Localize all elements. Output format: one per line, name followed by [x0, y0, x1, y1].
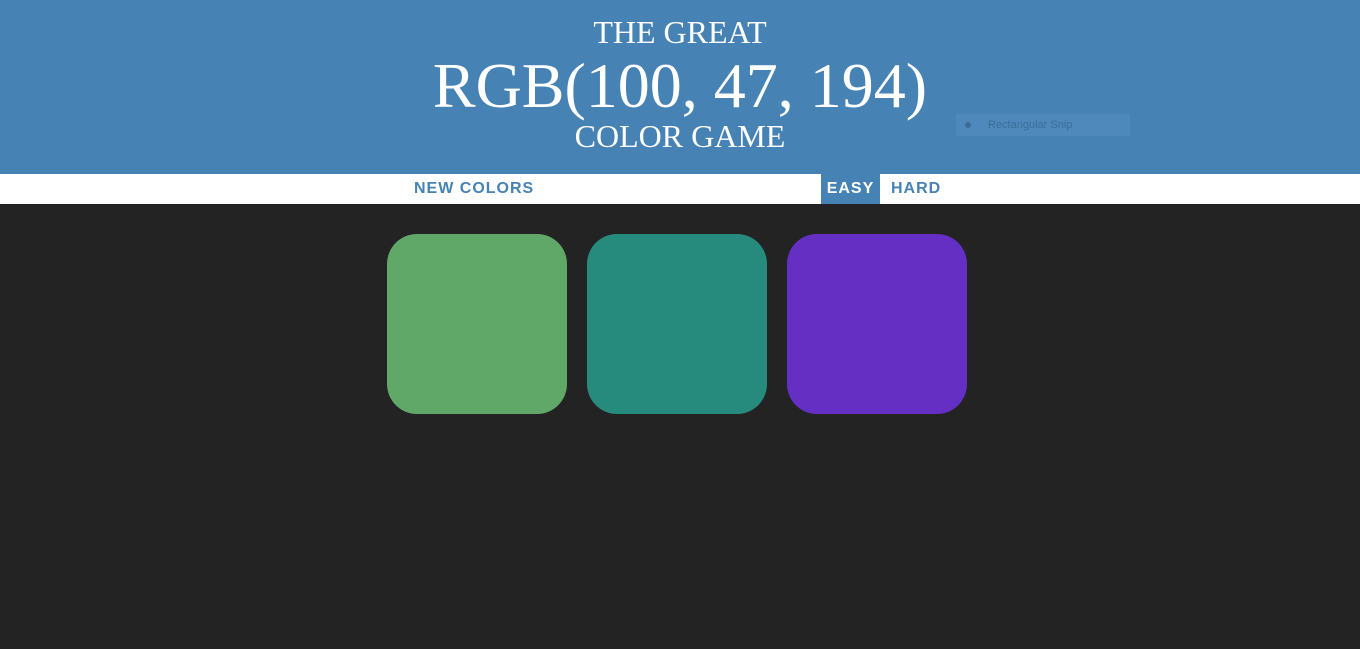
hard-mode-button[interactable]: HARD — [891, 174, 941, 204]
easy-mode-button[interactable]: EASY — [821, 174, 880, 204]
game-header: THE GREAT RGB(100, 47, 194) COLOR GAME R… — [0, 0, 1360, 174]
color-square-1[interactable] — [387, 234, 567, 414]
snip-label: Rectangular Snip — [988, 119, 1073, 131]
snip-icon — [965, 122, 971, 128]
rectangular-snip-overlay: Rectangular Snip — [956, 114, 1130, 136]
title-line-the-great: THE GREAT — [593, 14, 767, 50]
control-stripe: NEW COLORS EASY HARD — [0, 174, 1360, 204]
title-line-color-game: COLOR GAME — [574, 118, 786, 154]
new-colors-button[interactable]: NEW COLORS — [414, 174, 534, 204]
color-square-2[interactable] — [587, 234, 767, 414]
color-square-3[interactable] — [787, 234, 967, 414]
target-color-display: RGB(100, 47, 194) — [432, 50, 928, 121]
